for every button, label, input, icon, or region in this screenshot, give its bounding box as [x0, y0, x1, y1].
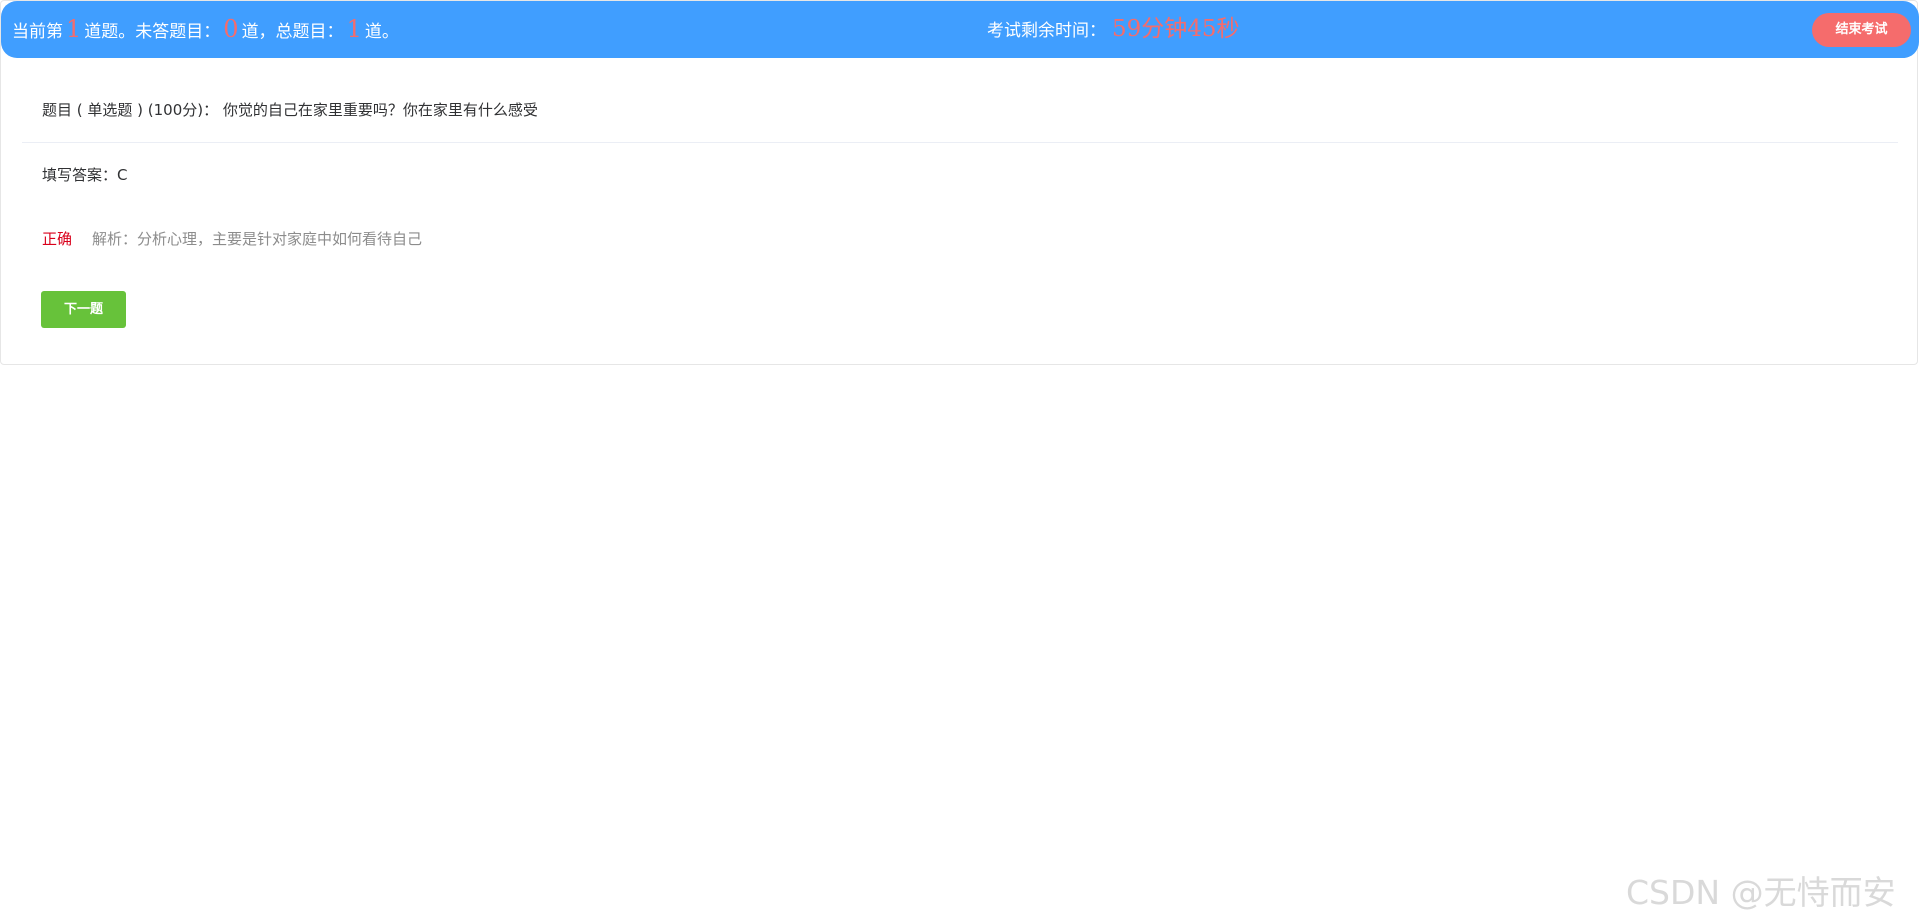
- result-analysis: 解析：分析心理，主要是针对家庭中如何看待自己: [92, 230, 423, 248]
- progress-prefix: 当前第: [12, 22, 63, 42]
- question-divider: [22, 142, 1898, 143]
- end-exam-button[interactable]: 结束考试: [1812, 13, 1911, 47]
- answer-result: 正确 解析：分析心理，主要是针对家庭中如何看待自己: [42, 228, 422, 249]
- question-text: 题目 ( 单选题 ) (100分)： 你觉的自己在家里重要吗？你在家里有什么感受: [42, 101, 538, 119]
- exam-panel: 当前第 1 道题。未答题目： 0 道，总题目： 1 道。 考试剩余时间： 59分钟45秒 结束…: [0, 0, 1919, 365]
- progress-mid-2: 道，总题目：: [241, 22, 344, 42]
- progress-suffix: 道。: [364, 22, 399, 42]
- exam-header-bar: 当前第 1 道题。未答题目： 0 道，总题目： 1 道。 考试剩余时间： 59分钟45秒 结束…: [1, 1, 1919, 58]
- exam-timer: 考试剩余时间： 59分钟45秒: [987, 14, 1240, 46]
- next-question-button[interactable]: 下一题: [41, 291, 126, 328]
- timer-label: 考试剩余时间：: [987, 21, 1106, 41]
- result-status: 正确: [42, 230, 73, 248]
- exam-progress: 当前第 1 道题。未答题目： 0 道，总题目： 1 道。: [12, 16, 399, 45]
- timer-value: 59分钟45秒: [1112, 16, 1240, 42]
- progress-mid-1: 道题。未答题目：: [84, 22, 221, 42]
- filled-answer: 填写答案：C: [42, 166, 128, 184]
- unanswered-count: 0: [223, 15, 239, 43]
- current-question-number: 1: [66, 15, 82, 43]
- watermark: CSDN @无恃而安: [1626, 873, 1896, 912]
- total-question-count: 1: [346, 15, 362, 43]
